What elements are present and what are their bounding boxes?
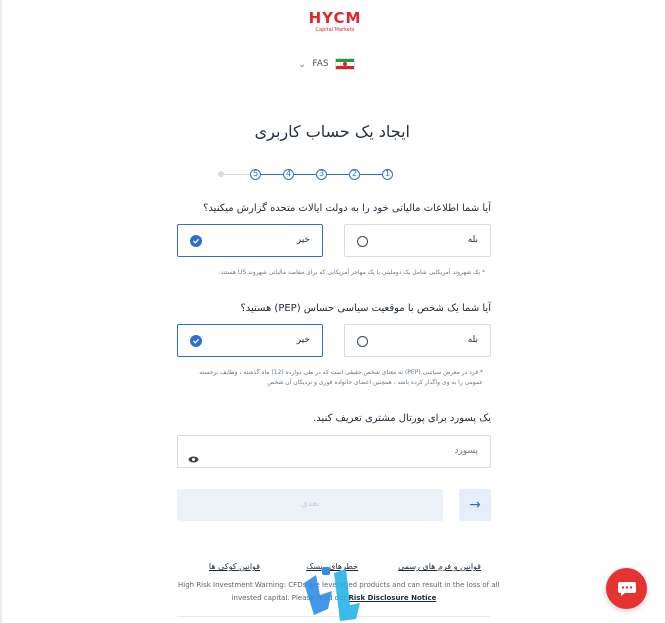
option-label: خیر [296,335,310,345]
language-code: FAS [312,59,329,69]
logo-subtitle: Capital Markets [315,27,355,33]
us-tax-question: آیا شما اطلاعات مالیاتی خود را به دولت ا… [203,203,491,214]
language-selector[interactable]: ⌄ FAS [298,58,355,70]
pep-note-line-2: عمومی را به وی واگذار کرده باشد ، همچنین… [267,379,483,386]
next-button[interactable]: بعدی [177,489,443,521]
us-tax-option-yes[interactable]: بله [344,224,491,257]
arrow-right-icon: → [469,497,481,513]
watermark-logo-icon [304,567,360,621]
step-2: 2 [349,168,360,180]
step-3: 3 [316,168,327,180]
logo-text: HYCM [308,9,362,27]
next-button-label: بعدی [300,499,320,509]
arrow-right-button[interactable]: → [459,489,491,521]
chat-button[interactable] [606,568,647,609]
step-connector [294,173,316,175]
option-label: بله [467,335,478,345]
step-4: 4 [283,168,294,180]
option-label: خیر [296,235,310,245]
pep-question: آیا شما یک شخص با موقعیت سیاسی حساس (PEP… [240,303,491,314]
us-tax-option-no[interactable]: خیر [177,224,323,257]
pep-option-no[interactable]: خیر [177,324,323,357]
step-progress: 5 4 3 2 1 [218,167,393,181]
password-placeholder: پسورد [454,446,478,456]
chat-bubble-icon [617,581,636,596]
us-tax-note: * یک شهروند آمریکایی شامل یک دوملیتی یا … [218,269,485,276]
footer-link-cookies[interactable]: قوانین کوکی ها [209,562,260,571]
page-title: ایجاد یک حساب کاربری [254,122,410,141]
brand-logo[interactable]: HYCM Capital Markets [305,9,365,34]
password-prompt: یک پسورد برای پورتال مشتری تعریف کنید. [313,413,491,424]
iran-flag-icon [334,58,355,70]
password-input[interactable]: پسورد [177,435,491,468]
left-border [0,0,2,623]
pep-note-line-1: * فرد در معرض سیاسی (PEP) به معنای شخص ح… [199,369,483,376]
step-5: 5 [250,168,261,180]
option-label: بله [467,235,478,245]
radio-empty-icon [357,336,368,347]
pep-option-yes[interactable]: بله [344,324,491,357]
step-connector [327,173,349,175]
step-connector [360,173,382,175]
step-connector [224,173,250,175]
step-connector [261,173,283,175]
step-1: 1 [382,168,393,180]
radio-empty-icon [357,236,368,247]
checked-circle-icon [190,335,202,347]
footer-link-official-forms[interactable]: قوانین و فرم های رسمی [398,562,481,571]
checked-circle-icon [190,235,202,247]
eye-icon[interactable] [188,448,199,463]
chevron-down-icon: ⌄ [298,58,307,70]
